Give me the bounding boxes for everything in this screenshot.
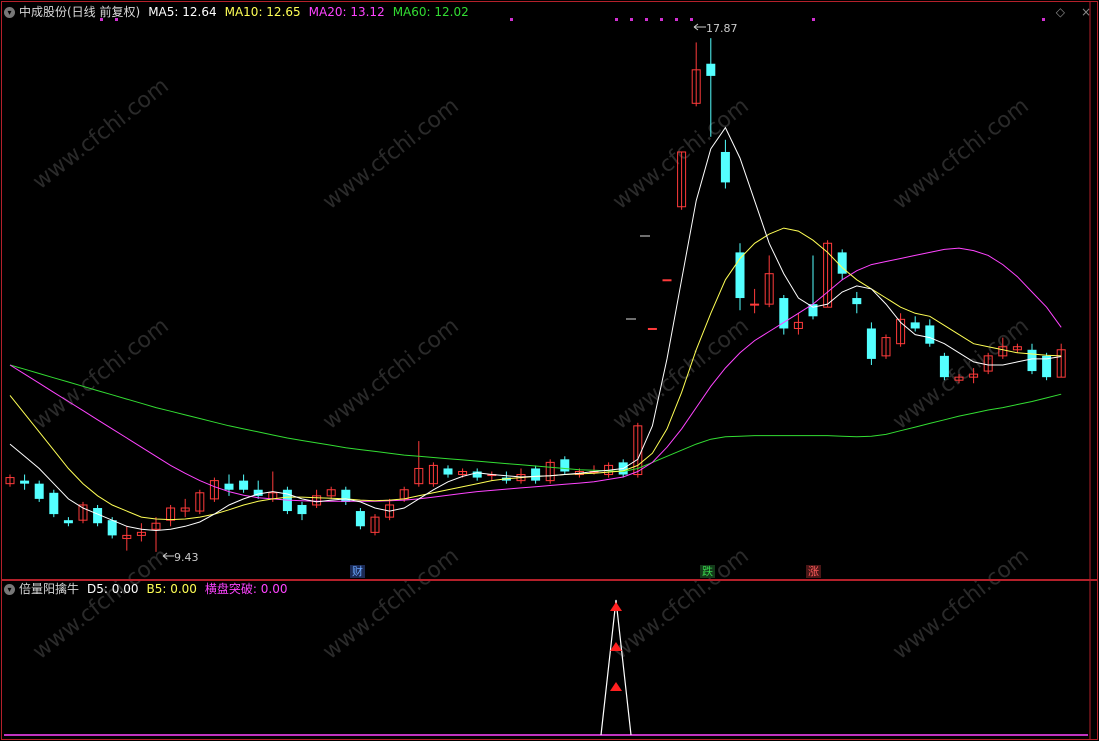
d5-value: D5: 0.00 <box>87 582 139 596</box>
candle-body <box>341 489 351 502</box>
main-header: ▾ 中成股份(日线 前复权) MA5: 12.64 MA10: 12.65 MA… <box>4 5 469 19</box>
collapse-circle-icon-sub[interactable]: ▾ <box>4 583 15 595</box>
candle-body <box>34 483 44 499</box>
marker-dot <box>645 18 648 21</box>
up-arrow-marker <box>610 602 622 611</box>
marker-dot <box>660 18 663 21</box>
candle-body <box>63 520 73 524</box>
candle-body <box>20 480 30 484</box>
candle-body <box>531 468 541 481</box>
marker-dot <box>510 18 513 21</box>
marker-dot <box>630 18 633 21</box>
watermark-text: www.cfchi.com <box>28 73 173 194</box>
watermark-text: www.cfchi.com <box>318 93 463 214</box>
candle-body <box>297 504 307 515</box>
breakout-value: 0.00 <box>260 582 288 596</box>
low-price-label: 9.43 <box>174 551 199 564</box>
indicator-spike <box>600 599 632 736</box>
candle-body <box>239 480 249 490</box>
candle-body <box>706 63 716 76</box>
watermark-text: www.cfchi.com <box>888 543 1033 664</box>
signal-finance[interactable]: 财 <box>350 565 365 578</box>
candle-body <box>720 151 730 183</box>
candlestick-series <box>5 38 1066 552</box>
candle-body <box>560 459 570 472</box>
watermark-text: www.cfchi.com <box>888 313 1033 434</box>
breakout-value-group: 横盘突破: 0.00 <box>205 582 288 596</box>
ma60-value: MA60: 12.02 <box>392 5 469 19</box>
candle-body <box>49 492 59 515</box>
b5-value: B5: 0.00 <box>146 582 197 596</box>
watermark-text: www.cfchi.com <box>28 543 173 664</box>
candle-body <box>939 355 949 378</box>
candle-body <box>107 520 117 536</box>
candle-body <box>355 511 365 527</box>
diamond-icon[interactable]: ◇ <box>1056 5 1065 19</box>
ma10-value: MA10: 12.65 <box>224 5 301 19</box>
high-annotation: 17.87 <box>693 22 738 35</box>
window-controls: ◇ × <box>1056 5 1091 19</box>
candle-body <box>443 468 453 475</box>
ma20-line <box>9 247 1062 502</box>
watermark-layer: www.cfchi.com www.cfchi.com www.cfchi.com w… <box>28 73 1033 664</box>
candle-body <box>852 298 862 305</box>
marker-dot <box>615 18 618 21</box>
candle-body <box>750 303 760 306</box>
top-marker-dots <box>100 18 1045 320</box>
watermark-text: www.cfchi.com <box>608 93 753 214</box>
marker-dot <box>812 18 815 21</box>
candle-body <box>925 325 935 344</box>
sub-panel-border <box>1 580 1098 740</box>
indicator-header: ▾ 倍量阳擒牛 D5: 0.00 B5: 0.00 横盘突破: 0.00 <box>4 582 288 596</box>
breakout-label: 横盘突破: <box>204 582 257 596</box>
watermark-text: www.cfchi.com <box>888 93 1033 214</box>
close-x-icon[interactable]: × <box>1081 5 1091 19</box>
watermark-text: www.cfchi.com <box>608 313 753 434</box>
marker-dot <box>675 18 678 21</box>
candle-body <box>662 279 672 282</box>
collapse-circle-icon[interactable]: ▾ <box>4 6 15 18</box>
watermark-text: www.cfchi.com <box>608 543 753 664</box>
marker-dot <box>690 18 693 21</box>
signal-rise[interactable]: 涨 <box>806 565 821 578</box>
candle-body <box>910 322 920 329</box>
candle-body <box>866 328 876 359</box>
stock-title: 中成股份(日线 前复权) <box>19 5 141 19</box>
ma20-value: MA20: 13.12 <box>308 5 385 19</box>
marker-dot <box>1042 18 1045 21</box>
high-price-label: 17.87 <box>706 22 738 35</box>
candle-body <box>224 483 234 490</box>
candle-body <box>647 327 657 330</box>
chart-canvas[interactable]: www.cfchi.com www.cfchi.com www.cfchi.com w… <box>0 0 1099 741</box>
signal-fall[interactable]: 跌 <box>700 565 715 578</box>
watermark-text: www.cfchi.com <box>318 313 463 434</box>
up-arrow-marker <box>610 682 622 691</box>
candle-body <box>1027 349 1037 372</box>
chart-window: www.cfchi.com www.cfchi.com www.cfchi.com w… <box>0 0 1099 741</box>
watermark-text: www.cfchi.com <box>318 543 463 664</box>
indicator-title: 倍量阳擒牛 <box>19 582 80 596</box>
ma5-value: MA5: 12.64 <box>148 5 217 19</box>
watermark-text: www.cfchi.com <box>28 313 173 434</box>
